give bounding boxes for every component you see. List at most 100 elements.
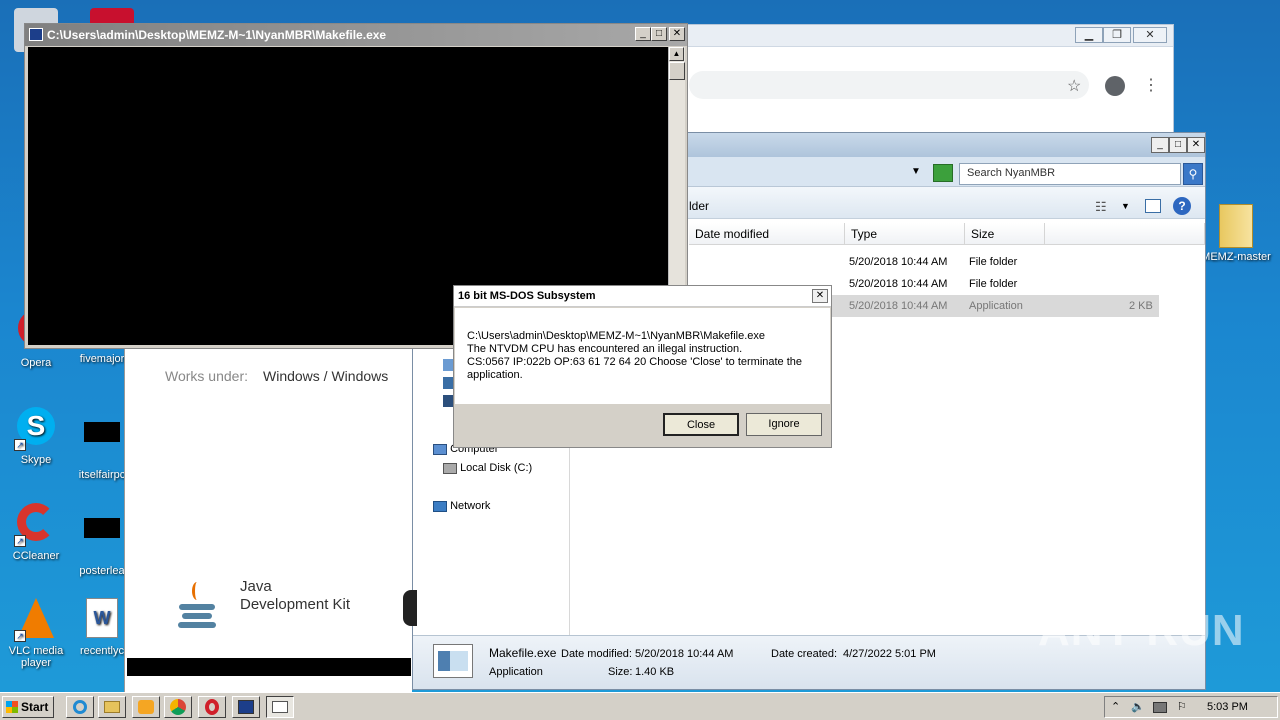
taskbar-explorer-button[interactable] bbox=[98, 696, 126, 718]
detail-date-modified: 5/20/2018 10:44 AM bbox=[635, 648, 734, 660]
refresh-icon[interactable] bbox=[933, 164, 953, 182]
row-date: 5/20/2018 10:44 AM bbox=[849, 300, 948, 312]
row-date: 5/20/2018 10:44 AM bbox=[849, 256, 948, 268]
computer-icon bbox=[433, 443, 447, 455]
maximize-button[interactable]: □ bbox=[1169, 137, 1187, 153]
windows-logo-icon bbox=[6, 701, 18, 713]
browser-window: ▁ ❐ ✕ ☆ ⋮ bbox=[672, 24, 1174, 144]
opera-icon bbox=[205, 699, 219, 715]
console-app-icon[interactable] bbox=[29, 28, 43, 41]
product-name-line2: Development Kit bbox=[240, 596, 351, 613]
disk-icon bbox=[443, 462, 457, 474]
message-line-error: The NTVDM CPU has encountered an illegal… bbox=[467, 343, 743, 355]
console-titlebar: C:\Users\admin\Desktop\MEMZ-M~1\NyanMBR\… bbox=[25, 24, 687, 46]
detail-date-modified-label: Date modified: bbox=[561, 648, 632, 660]
row-type: Application bbox=[969, 300, 1023, 312]
minimize-button[interactable]: _ bbox=[635, 27, 651, 41]
console-title: C:\Users\admin\Desktop\MEMZ-M~1\NyanMBR\… bbox=[47, 28, 387, 42]
taskbar-dialog-button[interactable] bbox=[266, 696, 294, 718]
anyrun-watermark: ANY RUN bbox=[1038, 606, 1245, 655]
desktop-icon-skype[interactable]: S ↗ Skype bbox=[0, 404, 72, 466]
jdk-installer-window: Works under: Windows / Windows Java Deve… bbox=[124, 340, 417, 692]
column-header-date-modified[interactable]: Date modified bbox=[689, 223, 845, 245]
column-header-type[interactable]: Type bbox=[845, 223, 965, 245]
close-button[interactable]: ✕ bbox=[1187, 137, 1205, 153]
profile-icon[interactable] bbox=[1105, 76, 1125, 96]
detail-type: Application bbox=[489, 666, 543, 678]
minimize-button[interactable]: ▁ bbox=[1075, 27, 1103, 43]
scroll-up-button[interactable]: ▲ bbox=[669, 47, 684, 61]
preview-pane-icon[interactable] bbox=[1145, 199, 1161, 213]
close-button[interactable]: Close bbox=[663, 413, 739, 436]
views-icon[interactable]: ☷ bbox=[1095, 199, 1107, 215]
start-button[interactable]: Start bbox=[2, 696, 54, 718]
chrome-icon bbox=[170, 699, 186, 715]
desktop-icon-memz-master[interactable]: MEMZ-master bbox=[1200, 204, 1272, 263]
network-icon bbox=[433, 500, 447, 512]
taskbar-chrome-button[interactable] bbox=[164, 696, 192, 718]
clock[interactable]: 5:03 PM bbox=[1207, 697, 1248, 717]
detail-size: 1.40 KB bbox=[635, 666, 675, 678]
minimize-button[interactable]: _ bbox=[1151, 137, 1169, 153]
close-button[interactable]: ✕ bbox=[669, 27, 685, 41]
ignore-button[interactable]: Ignore bbox=[746, 413, 822, 436]
nav-item-network[interactable]: Network bbox=[433, 500, 490, 512]
views-dropdown-icon[interactable]: ▼ bbox=[1121, 201, 1130, 211]
detail-filename: Makefile.exe bbox=[489, 646, 557, 660]
network-icon[interactable] bbox=[1153, 702, 1167, 713]
detail-size-label: Size: bbox=[608, 666, 633, 678]
taskbar-media-button[interactable] bbox=[132, 696, 160, 718]
window-icon bbox=[272, 701, 288, 713]
dialog-titlebar: 16 bit MS-DOS Subsystem bbox=[454, 286, 831, 307]
desktop-icon-ccleaner[interactable]: ↗ CCleaner bbox=[0, 500, 72, 562]
close-icon[interactable]: ✕ bbox=[812, 289, 828, 303]
dialog-title: 16 bit MS-DOS Subsystem bbox=[458, 290, 596, 302]
taskbar-console-button[interactable] bbox=[232, 696, 260, 718]
system-tray: ⌃ 🔈 ⚐ 5:03 PM bbox=[1104, 696, 1278, 718]
row-type: File folder bbox=[969, 256, 1018, 268]
close-button[interactable]: ✕ bbox=[1133, 27, 1167, 43]
row-type: File folder bbox=[969, 278, 1018, 290]
column-header-size[interactable]: Size bbox=[965, 223, 1045, 245]
address-dropdown-icon[interactable]: ▼ bbox=[911, 166, 921, 177]
help-icon[interactable]: ? bbox=[1173, 197, 1191, 215]
file-icon bbox=[80, 518, 124, 562]
works-under-label: Works under: bbox=[165, 368, 248, 384]
partial-badge bbox=[403, 590, 417, 626]
message-line-details: CS:0567 IP:022b OP:63 61 72 64 20 Choose… bbox=[467, 356, 803, 381]
address-bar[interactable] bbox=[689, 71, 1089, 99]
scroll-thumb[interactable] bbox=[669, 62, 685, 80]
taskbar-ie-button[interactable] bbox=[66, 696, 94, 718]
java-logo-icon bbox=[175, 582, 219, 636]
message-line-path: C:\Users\admin\Desktop\MEMZ-M~1\NyanMBR\… bbox=[467, 330, 765, 342]
volume-icon[interactable]: 🔈 bbox=[1131, 697, 1145, 717]
media-player-icon bbox=[138, 700, 154, 714]
ntvdm-error-dialog: 16 bit MS-DOS Subsystem ✕ C:\Users\admin… bbox=[453, 285, 832, 448]
row-date: 5/20/2018 10:44 AM bbox=[849, 278, 948, 290]
installer-bottom-bar bbox=[127, 658, 411, 676]
vlc-icon: ↗ bbox=[14, 598, 58, 642]
menu-kebab-icon[interactable]: ⋮ bbox=[1143, 75, 1159, 95]
restore-button[interactable]: ❐ bbox=[1103, 27, 1131, 43]
nav-item-local-disk[interactable]: Local Disk (C:) bbox=[443, 462, 532, 474]
row-size: 2 KB bbox=[1129, 300, 1153, 312]
maximize-button[interactable]: □ bbox=[651, 27, 667, 41]
command-partial-label[interactable]: lder bbox=[689, 199, 709, 213]
taskbar-opera-button[interactable] bbox=[198, 696, 226, 718]
ccleaner-icon: ↗ bbox=[14, 503, 58, 547]
action-center-flag-icon[interactable]: ⚐ bbox=[1177, 697, 1187, 717]
nav-partial-icons bbox=[443, 359, 453, 419]
folder-icon bbox=[104, 701, 120, 713]
search-input[interactable]: Search NyanMBR bbox=[959, 163, 1181, 185]
tray-expand-icon[interactable]: ⌃ bbox=[1111, 697, 1120, 717]
works-under-value: Windows / Windows bbox=[263, 368, 389, 384]
search-icon[interactable]: ⚲ bbox=[1183, 163, 1203, 185]
word-doc-icon: W bbox=[80, 598, 124, 642]
skype-icon: S ↗ bbox=[14, 407, 58, 451]
ie-icon bbox=[73, 700, 87, 714]
detail-date-created-label: Date created: bbox=[771, 648, 838, 660]
dialog-message: C:\Users\admin\Desktop\MEMZ-M~1\NyanMBR\… bbox=[455, 308, 830, 404]
taskbar: Start ⌃ 🔈 ⚐ 5:03 PM bbox=[0, 692, 1280, 720]
desktop-icon-vlc[interactable]: ↗ VLC media player bbox=[0, 596, 72, 669]
bookmark-star-icon[interactable]: ☆ bbox=[1067, 76, 1081, 96]
